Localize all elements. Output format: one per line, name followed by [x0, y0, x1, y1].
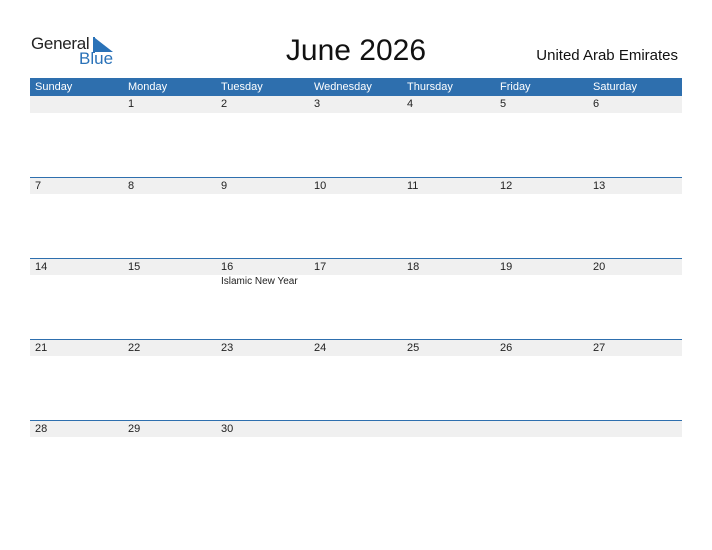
- holiday-event: [495, 437, 588, 438]
- day-number: 5: [500, 98, 507, 110]
- holiday-event: [309, 194, 402, 195]
- holiday-event: [309, 437, 402, 438]
- holiday-event: [123, 437, 216, 438]
- day-number: 8: [128, 180, 135, 192]
- events-row: [30, 113, 682, 114]
- calendar-grid: Sunday Monday Tuesday Wednesday Thursday…: [30, 78, 682, 501]
- holiday-event: [123, 356, 216, 357]
- holiday-event: [309, 356, 402, 357]
- holiday-event: [30, 437, 123, 438]
- holiday-event: [216, 356, 309, 357]
- holiday-event: [123, 194, 216, 195]
- day-number: 22: [128, 342, 141, 354]
- day-number: 24: [314, 342, 327, 354]
- holiday-event: [216, 437, 309, 438]
- events-row: [30, 437, 682, 438]
- holiday-event: [30, 356, 123, 357]
- week-row: 28 29 30: [30, 420, 682, 501]
- holiday-event: [30, 194, 123, 195]
- day-number-strip: 21 22 23 24 25 26 27: [30, 339, 682, 356]
- day-number: 16: [221, 261, 234, 273]
- day-number: [309, 421, 402, 437]
- day-number: 25: [407, 342, 420, 354]
- day-number: 30: [221, 423, 234, 435]
- holiday-event: [216, 113, 309, 114]
- holiday-event: [309, 113, 402, 114]
- day-number: 12: [500, 180, 513, 192]
- holiday-event: Islamic New Year: [221, 276, 298, 287]
- weekday-tuesday: Tuesday: [221, 81, 263, 93]
- weekday-friday: Friday: [500, 81, 531, 93]
- day-number: [588, 421, 682, 437]
- day-number: 18: [407, 261, 420, 273]
- day-number: 19: [500, 261, 513, 273]
- holiday-event: [588, 113, 682, 114]
- weekday-sunday: Sunday: [35, 81, 73, 93]
- weekday-wednesday: Wednesday: [314, 81, 372, 93]
- holiday-event: [495, 113, 588, 114]
- day-number: 6: [593, 98, 600, 110]
- holiday-event: [495, 356, 588, 357]
- holiday-event: [402, 113, 495, 114]
- weekday-saturday: Saturday: [593, 81, 638, 93]
- day-number: 17: [314, 261, 327, 273]
- country-label: United Arab Emirates: [536, 47, 678, 64]
- day-number: 7: [35, 180, 42, 192]
- holiday-event: [588, 437, 682, 438]
- weekday-thursday: Thursday: [407, 81, 453, 93]
- day-number: 27: [593, 342, 606, 354]
- holiday-event: [588, 356, 682, 357]
- holiday-event: [588, 275, 682, 287]
- weekday-header: Sunday Monday Tuesday Wednesday Thursday…: [30, 78, 682, 96]
- day-number: [495, 421, 588, 437]
- day-number: [30, 96, 123, 113]
- weekday-monday: Monday: [128, 81, 168, 93]
- holiday-event: [588, 194, 682, 195]
- holiday-event: [495, 275, 588, 287]
- holiday-event: [123, 275, 216, 287]
- holiday-event: [402, 194, 495, 195]
- holiday-event: [30, 275, 123, 287]
- day-number: 10: [314, 180, 327, 192]
- day-number: 4: [407, 98, 414, 110]
- day-number: 23: [221, 342, 234, 354]
- events-row: [30, 356, 682, 357]
- day-number: 29: [128, 423, 141, 435]
- day-number-strip: 28 29 30: [30, 420, 682, 437]
- holiday-event: [402, 437, 495, 438]
- holiday-event: [402, 356, 495, 357]
- week-row: 14 15 16 17 18 19 20 Islamic New Year: [30, 258, 682, 339]
- day-number: 15: [128, 261, 141, 273]
- events-row: Islamic New Year: [30, 275, 682, 287]
- day-number-strip: 14 15 16 17 18 19 20: [30, 258, 682, 275]
- week-row: 7 8 9 10 11 12 13: [30, 177, 682, 258]
- holiday-event: [216, 194, 309, 195]
- day-number: 3: [314, 98, 321, 110]
- day-number-strip: 7 8 9 10 11 12 13: [30, 177, 682, 194]
- holiday-event: [123, 113, 216, 114]
- day-number-strip: 1 2 3 4 5 6: [30, 96, 682, 113]
- week-row: 1 2 3 4 5 6: [30, 96, 682, 177]
- day-number: 11: [407, 180, 419, 192]
- events-row: [30, 194, 682, 195]
- holiday-event: [402, 275, 495, 287]
- week-row: 21 22 23 24 25 26 27: [30, 339, 682, 420]
- day-number: [402, 421, 495, 437]
- day-number: 1: [128, 98, 135, 110]
- day-number: 2: [221, 98, 228, 110]
- holiday-event: [495, 194, 588, 195]
- day-number: 20: [593, 261, 606, 273]
- day-number: 9: [221, 180, 228, 192]
- holiday-event: [309, 275, 402, 287]
- day-number: 14: [35, 261, 48, 273]
- holiday-event: [30, 113, 123, 114]
- day-number: 21: [35, 342, 48, 354]
- day-number: 13: [593, 180, 606, 192]
- day-number: 28: [35, 423, 48, 435]
- day-number: 26: [500, 342, 513, 354]
